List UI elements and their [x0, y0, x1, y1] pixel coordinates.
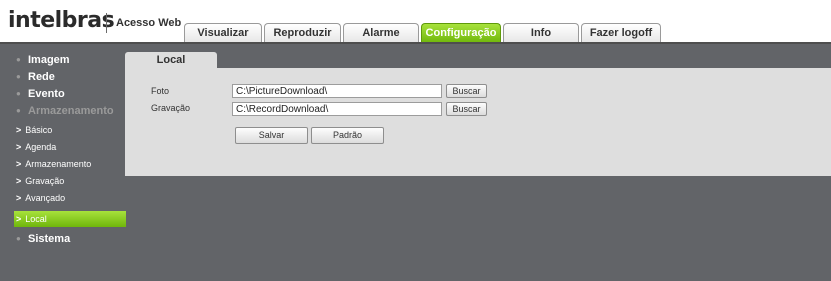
- tab-visualizar[interactable]: Visualizar: [184, 23, 262, 43]
- tab-fazer-logoff[interactable]: Fazer logoff: [581, 23, 661, 43]
- sidebar-item-label: Local: [25, 214, 47, 224]
- sidebar-subitem-basico[interactable]: > Básico: [14, 122, 126, 138]
- tab-alarme[interactable]: Alarme: [343, 23, 419, 43]
- sidebar-item-armazenamento[interactable]: ● Armazenamento: [14, 103, 126, 119]
- sidebar-subitem-gravacao[interactable]: > Gravação: [14, 173, 126, 189]
- chevron-right-icon: >: [16, 125, 22, 135]
- chevron-right-icon: >: [16, 159, 22, 169]
- sidebar-subitem-avancado[interactable]: > Avançado: [14, 190, 126, 206]
- sidebar-item-rede[interactable]: ● Rede: [14, 69, 126, 85]
- sidebar-item-label: Sistema: [28, 233, 71, 245]
- sidebar-item-evento[interactable]: ● Evento: [14, 86, 126, 102]
- default-button[interactable]: Padrão: [311, 127, 384, 144]
- sidebar-item-label: Imagem: [28, 54, 70, 66]
- chevron-right-icon: >: [16, 214, 22, 224]
- chevron-right-icon: >: [16, 193, 22, 203]
- sidebar-subitem-armazenamento[interactable]: > Armazenamento: [14, 156, 126, 172]
- brand-logo: intelbras: [8, 8, 115, 33]
- settings-panel: Foto Buscar Gravação Buscar Salvar Padrã…: [125, 68, 831, 176]
- gravacao-label: Gravação: [151, 103, 191, 113]
- bullet-icon: ●: [16, 106, 21, 115]
- logo-divider: [106, 13, 107, 33]
- top-header: intelbras Acesso Web Visualizar Reproduz…: [0, 0, 831, 44]
- foto-path-field[interactable]: [232, 84, 442, 98]
- tab-info[interactable]: Info: [503, 23, 579, 43]
- sidebar-item-sistema[interactable]: ● Sistema: [14, 231, 126, 247]
- tab-configuracao[interactable]: Configuração: [421, 23, 501, 43]
- foto-browse-button[interactable]: Buscar: [446, 84, 487, 98]
- tab-reproduzir[interactable]: Reproduzir: [264, 23, 341, 43]
- foto-label: Foto: [151, 86, 170, 96]
- portal-title: Acesso Web: [116, 17, 182, 29]
- bullet-icon: ●: [16, 72, 21, 81]
- bullet-icon: ●: [16, 55, 21, 64]
- sidebar-item-label: Avançado: [25, 193, 66, 203]
- sidebar-item-label: Armazenamento: [25, 159, 92, 169]
- sidebar-subitem-agenda[interactable]: > Agenda: [14, 139, 126, 155]
- bullet-icon: ●: [16, 89, 21, 98]
- sidebar-item-label: Armazenamento: [28, 105, 114, 117]
- sidebar-item-label: Evento: [28, 88, 65, 100]
- gravacao-browse-button[interactable]: Buscar: [446, 102, 487, 116]
- gravacao-path-field[interactable]: [232, 102, 442, 116]
- sidebar-item-imagem[interactable]: ● Imagem: [14, 52, 126, 68]
- save-button[interactable]: Salvar: [235, 127, 308, 144]
- sidebar-item-label: Básico: [25, 125, 53, 135]
- bullet-icon: ●: [16, 234, 21, 243]
- sidebar-item-label: Agenda: [25, 142, 57, 152]
- sidebar-item-label: Gravação: [25, 176, 65, 186]
- sidebar-item-label: Rede: [28, 71, 55, 83]
- chevron-right-icon: >: [16, 142, 22, 152]
- chevron-right-icon: >: [16, 176, 22, 186]
- content-tab-local[interactable]: Local: [125, 52, 217, 68]
- sidebar-subitem-local[interactable]: > Local: [14, 211, 126, 227]
